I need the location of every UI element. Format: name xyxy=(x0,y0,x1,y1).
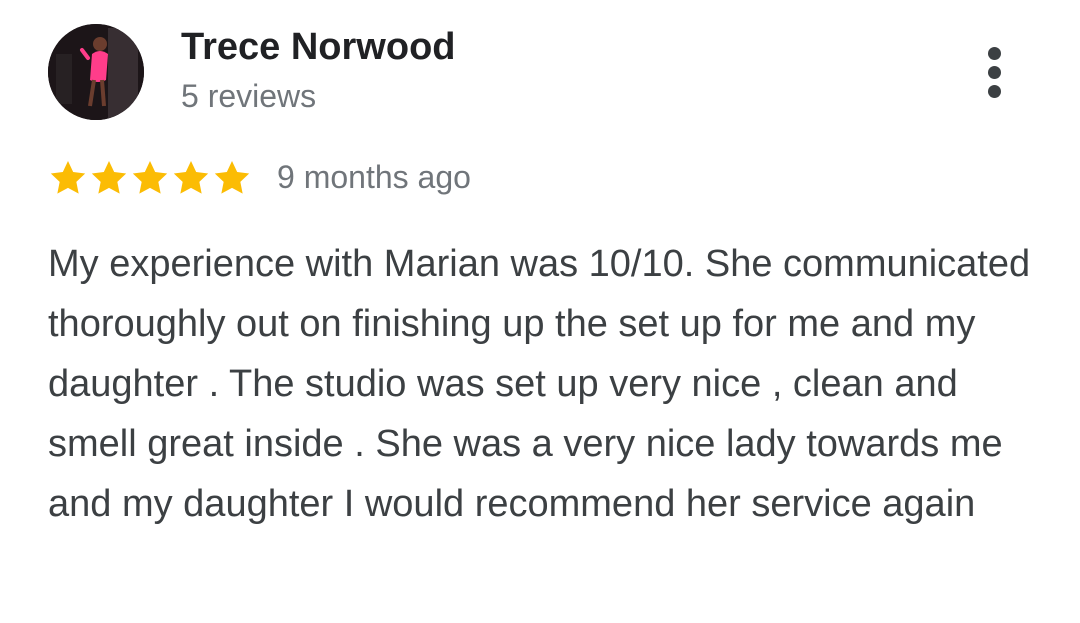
avatar-photo xyxy=(48,24,144,120)
more-options-button[interactable] xyxy=(972,40,1020,104)
star-icon xyxy=(50,161,86,194)
avatar[interactable] xyxy=(48,24,144,120)
star-rating xyxy=(48,158,253,198)
review-card: Trece Norwood 5 reviews 9 months ago My … xyxy=(0,0,1080,623)
star-icon xyxy=(91,161,127,194)
reviewer-name[interactable]: Trece Norwood xyxy=(181,24,456,70)
star-icon xyxy=(214,161,250,194)
star-icon xyxy=(132,161,168,194)
review-count[interactable]: 5 reviews xyxy=(181,76,316,116)
star-icon xyxy=(173,161,209,194)
review-text: My experience with Marian was 10/10. She… xyxy=(48,243,1031,525)
review-date: 9 months ago xyxy=(277,159,471,195)
